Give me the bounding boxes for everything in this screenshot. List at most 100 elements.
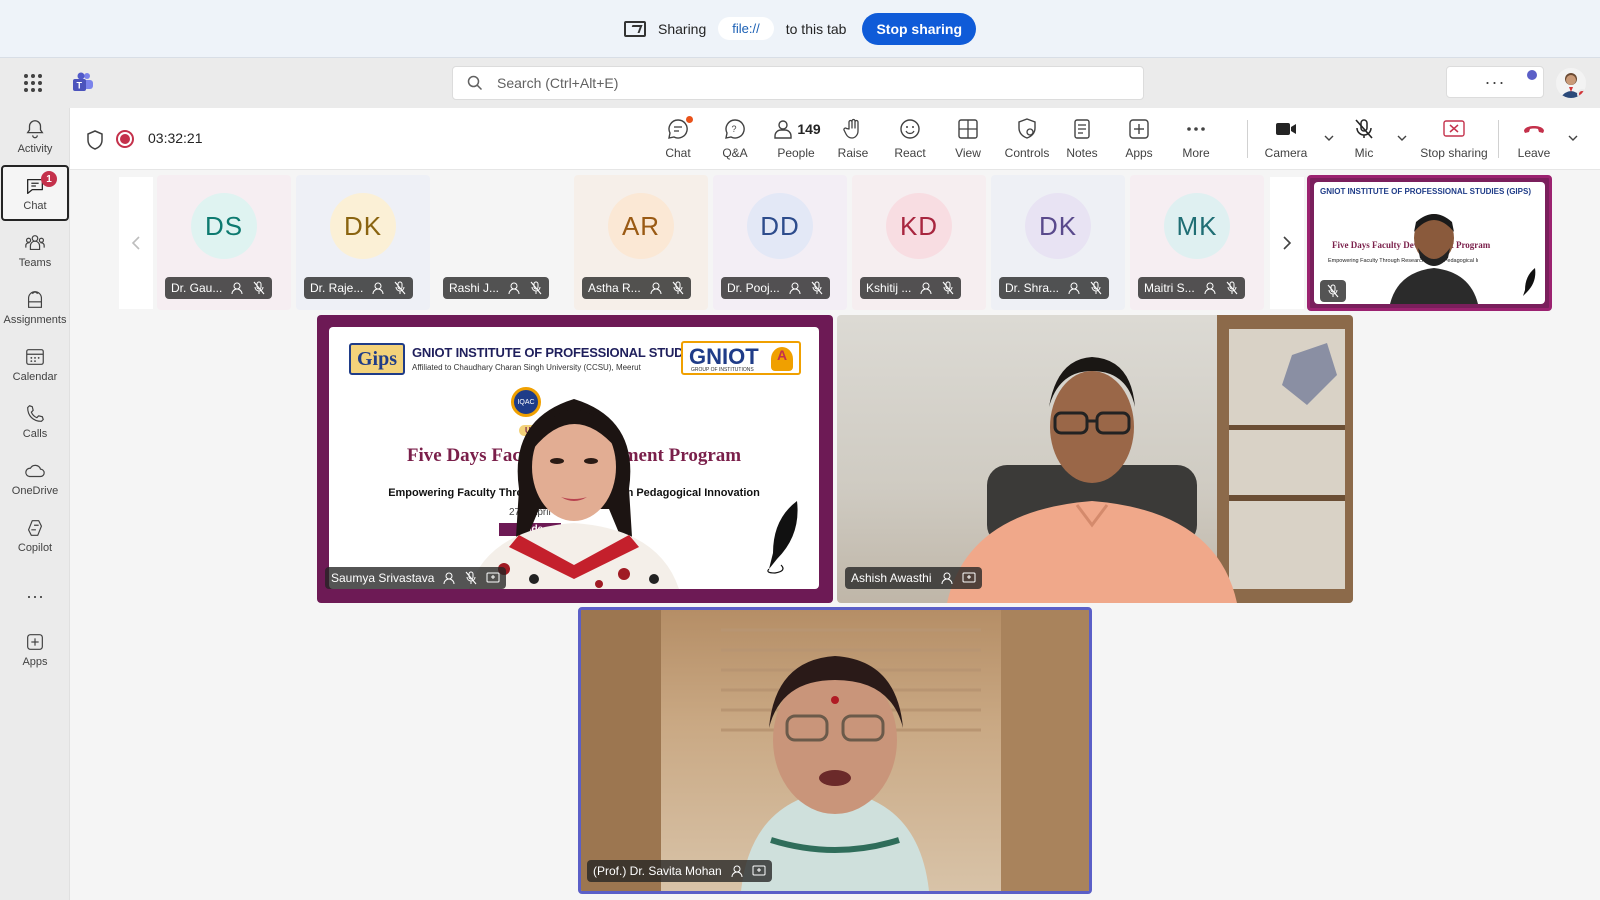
participant-name: Astha R... — [588, 281, 641, 295]
toolbar-label: Stop sharing — [1420, 146, 1488, 160]
presenter-video-icon — [1390, 214, 1478, 304]
rail-label: Chat — [23, 199, 47, 212]
screen-share-icon — [624, 20, 646, 37]
video-tile-saumya[interactable]: Gips GNIOT INSTITUTE OF PROFESSIONAL STU… — [317, 315, 833, 603]
leave-options-chevron-icon[interactable] — [1567, 132, 1579, 144]
toolbar-label: More — [1182, 146, 1210, 160]
search-input[interactable]: Search (Ctrl+Alt+E) — [452, 66, 1144, 100]
participant-thumbnail[interactable]: DK Dr. Raje... — [296, 175, 430, 310]
participant-thumbnail[interactable]: AR Astha R... — [574, 175, 708, 310]
video-tile-savita[interactable]: (Prof.) Dr. Savita Mohan — [578, 607, 1092, 894]
participant-name: Dr. Pooj... — [727, 281, 780, 295]
toolbar-camera-button[interactable]: Camera — [1258, 116, 1314, 164]
savita-video-icon — [581, 610, 1089, 891]
app-rail: Activity Chat 1 Teams Assignments Calend… — [0, 108, 70, 900]
participant-initials-avatar: MK — [1164, 193, 1230, 259]
assignments-icon — [27, 290, 43, 308]
mic-off-icon — [253, 281, 265, 295]
app-launcher-icon[interactable] — [24, 74, 42, 92]
people-icon — [774, 120, 793, 139]
rail-item-onedrive[interactable]: OneDrive — [0, 450, 70, 506]
chevron-left-icon — [131, 236, 140, 250]
toolbar-stop-sharing-button[interactable]: Stop sharing — [1416, 116, 1492, 164]
toolbar-controls-button[interactable]: Controls — [999, 116, 1055, 164]
toolbar-chat-button[interactable]: Chat — [656, 116, 700, 164]
rail-item-chat[interactable]: Chat 1 — [1, 165, 69, 221]
participant-thumbnail[interactable]: DS Dr. Gau... — [157, 175, 291, 310]
participant-name: Dr. Shra... — [1005, 281, 1060, 295]
toolbar-leave-button[interactable]: Leave — [1506, 116, 1562, 164]
self-view-slide: GNIOT INSTITUTE OF PROFESSIONAL STUDIES … — [1314, 182, 1545, 304]
rail-more-button[interactable]: ··· — [0, 568, 70, 624]
name-tag-saumya: Saumya Srivastava — [325, 567, 507, 589]
rail-label: Apps — [22, 655, 48, 668]
participant-thumbnail[interactable]: Rashi J... — [435, 175, 569, 310]
toolbar-label: View — [955, 146, 981, 160]
rail-item-teams[interactable]: Teams — [0, 222, 70, 278]
attendee-role-icon — [789, 282, 801, 295]
quill-icon — [1523, 268, 1536, 296]
toolbar-more-button[interactable]: More — [1174, 116, 1218, 164]
participant-thumbnail[interactable]: KD Kshitij ... — [852, 175, 986, 310]
toolbar-react-button[interactable]: React — [888, 116, 932, 164]
toolbar-qa-button[interactable]: ? Q&A — [713, 116, 757, 164]
calendar-icon — [26, 348, 44, 365]
presence-badge — [1577, 89, 1586, 98]
presenter-video-icon — [469, 399, 679, 589]
video-tile-ashish[interactable]: Ashish Awasthi — [837, 315, 1353, 603]
participant-name-tag: Dr. Shra... — [999, 277, 1110, 299]
toolbar-label: People — [777, 146, 815, 160]
copilot-icon — [27, 519, 43, 536]
rail-item-activity[interactable]: Activity — [0, 108, 70, 164]
rail-label: Assignments — [3, 313, 67, 326]
attendee-role-icon — [650, 282, 662, 295]
mic-off-icon — [1327, 284, 1339, 298]
toolbar-people-button[interactable]: 149 People — [764, 116, 828, 164]
toolbar-view-button[interactable]: View — [946, 116, 990, 164]
participant-thumbnail[interactable]: MK Maitri S... — [1130, 175, 1264, 310]
participant-name: Maitri S... — [1144, 281, 1195, 295]
banner-stop-sharing-button[interactable]: Stop sharing — [862, 12, 976, 45]
gips-logo: Gips — [349, 343, 405, 375]
participant-name: Dr. Raje... — [310, 281, 364, 295]
participant-name-tag: Dr. Pooj... — [721, 277, 830, 299]
phone-icon — [27, 404, 44, 422]
attendee-role-icon — [508, 282, 520, 295]
rail-item-copilot[interactable]: Copilot — [0, 507, 70, 563]
attendee-role-icon — [372, 282, 384, 295]
name-tag-ashish: Ashish Awasthi — [845, 567, 982, 589]
strip-next-button[interactable] — [1270, 177, 1304, 309]
camera-options-chevron-icon[interactable] — [1323, 132, 1335, 144]
rail-item-assignments[interactable]: Assignments — [0, 279, 70, 335]
self-mic-muted-tag — [1320, 280, 1346, 302]
toolbar-mic-button[interactable]: Mic — [1342, 116, 1386, 164]
strip-previous-button[interactable] — [119, 177, 153, 309]
toolbar-label: Mic — [1354, 146, 1374, 160]
toolbar-label: Controls — [1004, 146, 1050, 160]
participant-thumbnail[interactable]: DD Dr. Pooj... — [713, 175, 847, 310]
mic-options-chevron-icon[interactable] — [1396, 132, 1408, 144]
chat-notification-dot — [686, 116, 693, 123]
profile-avatar[interactable] — [1556, 68, 1586, 98]
rail-item-calendar[interactable]: Calendar — [0, 336, 70, 392]
participant-thumbnail[interactable]: DK Dr. Shra... — [991, 175, 1125, 310]
more-options-label: ··· — [1484, 71, 1506, 92]
mic-off-icon — [530, 281, 542, 295]
toolbar-raise-button[interactable]: Raise — [831, 116, 875, 164]
toolbar-label: Camera — [1264, 146, 1308, 160]
more-options-button[interactable]: ··· — [1446, 66, 1544, 98]
rail-item-calls[interactable]: Calls — [0, 393, 70, 449]
participant-name-tag: Astha R... — [582, 277, 691, 299]
toolbar-notes-button[interactable]: Notes — [1060, 116, 1104, 164]
toolbar-apps-button[interactable]: Apps — [1117, 116, 1161, 164]
shield-icon[interactable] — [86, 130, 104, 150]
rail-label: Calendar — [12, 370, 58, 383]
rail-item-apps[interactable]: Apps — [0, 621, 70, 677]
mic-off-icon — [942, 281, 954, 295]
participant-name-tag: Dr. Raje... — [304, 277, 414, 299]
qa-icon: ? — [725, 119, 745, 139]
participant-name: Saumya Srivastava — [331, 571, 435, 585]
self-view-tile[interactable]: GNIOT INSTITUTE OF PROFESSIONAL STUDIES … — [1307, 175, 1552, 311]
grade-badge-icon: A — [771, 347, 793, 371]
participant-name-tag: Kshitij ... — [860, 277, 962, 299]
